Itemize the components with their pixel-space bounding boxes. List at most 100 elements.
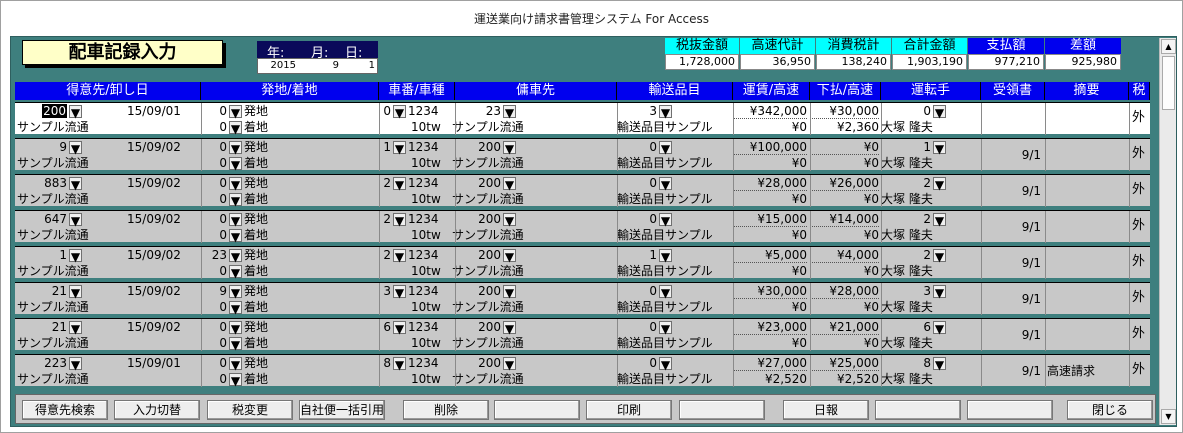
item-code[interactable]: 0 — [617, 284, 657, 298]
chevron-down-icon[interactable] — [393, 285, 406, 298]
car-code[interactable]: 2 — [361, 212, 391, 226]
chevron-down-icon[interactable] — [503, 141, 516, 154]
receipt-date[interactable]: 9/1 — [981, 328, 1041, 342]
vertical-scrollbar[interactable]: ▲ ▼ — [1159, 38, 1176, 425]
table-row[interactable]: 223 15/09/01 サンプル流通 0 発地 0 着地 8 1234 10tw 200 サンプル流… — [15, 354, 1150, 387]
blank-button-1[interactable] — [494, 400, 580, 420]
fare-amount[interactable]: ¥15,000 — [733, 212, 807, 227]
chevron-down-icon[interactable] — [933, 213, 946, 226]
blank-button-3[interactable] — [875, 400, 961, 420]
memo[interactable]: 高速請求 — [1047, 364, 1095, 378]
driver-code[interactable]: 2 — [885, 176, 931, 190]
chevron-down-icon[interactable] — [229, 105, 242, 118]
chevron-down-icon[interactable] — [229, 193, 242, 206]
to-code[interactable]: 0 — [201, 120, 227, 134]
customer-code[interactable]: 200 — [17, 104, 67, 118]
driver-code[interactable]: 8 — [885, 356, 931, 370]
driver-code[interactable]: 1 — [885, 140, 931, 154]
chevron-down-icon[interactable] — [69, 141, 82, 154]
year-field[interactable]: 2015 — [258, 60, 296, 71]
blank-button-4[interactable] — [967, 400, 1053, 420]
subcontractor-code[interactable]: 200 — [455, 248, 501, 262]
subcontractor-code[interactable]: 200 — [455, 320, 501, 334]
chevron-down-icon[interactable] — [659, 177, 672, 190]
car-code[interactable]: 1 — [361, 140, 391, 154]
item-code[interactable]: 0 — [617, 212, 657, 226]
tax-change-button[interactable]: 税変更 — [207, 400, 293, 420]
daily-report-button[interactable]: 日報 — [783, 400, 869, 420]
table-row[interactable]: 21 15/09/02 サンプル流通 9 発地 0 着地 3 1234 10tw 200 サンプル流通… — [15, 282, 1150, 315]
table-row[interactable]: 1 15/09/02 サンプル流通 23 発地 0 着地 2 1234 10tw 200 サンプル流通… — [15, 246, 1150, 279]
tax-type[interactable]: 外 — [1132, 291, 1145, 305]
chevron-down-icon[interactable] — [503, 285, 516, 298]
fare-highway[interactable]: ¥0 — [733, 228, 807, 242]
customer-code-value[interactable]: 21 — [52, 284, 67, 298]
fare-highway[interactable]: ¥0 — [733, 120, 807, 134]
fare-highway[interactable]: ¥0 — [733, 192, 807, 206]
receipt-date[interactable]: 9/1 — [981, 364, 1041, 378]
from-code[interactable]: 0 — [201, 140, 227, 154]
payout-highway[interactable]: ¥0 — [810, 156, 879, 170]
to-code[interactable]: 0 — [201, 372, 227, 386]
chevron-down-icon[interactable] — [933, 249, 946, 262]
car-code[interactable]: 0 — [361, 104, 391, 118]
chevron-down-icon[interactable] — [393, 105, 406, 118]
receipt-date[interactable]: 9/1 — [981, 220, 1041, 234]
fare-highway[interactable]: ¥0 — [733, 156, 807, 170]
driver-code[interactable]: 0 — [885, 104, 931, 118]
customer-code-value[interactable]: 200 — [42, 104, 67, 118]
car-code[interactable]: 3 — [361, 284, 391, 298]
fare-amount[interactable]: ¥30,000 — [733, 284, 807, 299]
chevron-down-icon[interactable] — [229, 249, 242, 262]
tax-type[interactable]: 外 — [1132, 363, 1145, 377]
payout-highway[interactable]: ¥0 — [810, 264, 879, 278]
chevron-down-icon[interactable] — [933, 321, 946, 334]
chevron-down-icon[interactable] — [229, 141, 242, 154]
chevron-down-icon[interactable] — [933, 177, 946, 190]
tax-type[interactable]: 外 — [1132, 183, 1145, 197]
chevron-down-icon[interactable] — [69, 285, 82, 298]
receipt-date[interactable]: 9/1 — [981, 256, 1041, 270]
chevron-down-icon[interactable] — [69, 105, 82, 118]
from-code[interactable]: 0 — [201, 104, 227, 118]
chevron-down-icon[interactable] — [659, 321, 672, 334]
customer-code-value[interactable]: 21 — [52, 320, 67, 334]
item-code[interactable]: 0 — [617, 176, 657, 190]
payout-highway[interactable]: ¥2,360 — [810, 120, 879, 134]
chevron-down-icon[interactable] — [659, 357, 672, 370]
customer-code[interactable]: 883 — [17, 176, 67, 190]
car-code[interactable]: 2 — [361, 176, 391, 190]
chevron-down-icon[interactable] — [229, 373, 242, 386]
chevron-down-icon[interactable] — [659, 105, 672, 118]
scroll-up-icon[interactable]: ▲ — [1161, 39, 1176, 54]
chevron-down-icon[interactable] — [229, 229, 242, 242]
subcontractor-code[interactable]: 200 — [455, 356, 501, 370]
customer-code[interactable]: 21 — [17, 320, 67, 334]
chevron-down-icon[interactable] — [69, 213, 82, 226]
chevron-down-icon[interactable] — [659, 249, 672, 262]
chevron-down-icon[interactable] — [503, 177, 516, 190]
chevron-down-icon[interactable] — [503, 249, 516, 262]
blank-button-2[interactable] — [679, 400, 765, 420]
customer-code[interactable]: 1 — [17, 248, 67, 262]
chevron-down-icon[interactable] — [229, 337, 242, 350]
chevron-down-icon[interactable] — [503, 213, 516, 226]
scroll-down-icon[interactable]: ▼ — [1161, 409, 1176, 424]
payout-highway[interactable]: ¥0 — [810, 192, 879, 206]
fare-highway[interactable]: ¥0 — [733, 336, 807, 350]
from-code[interactable]: 23 — [201, 248, 227, 262]
customer-code[interactable]: 21 — [17, 284, 67, 298]
item-code[interactable]: 0 — [617, 356, 657, 370]
from-code[interactable]: 0 — [201, 212, 227, 226]
payout-highway[interactable]: ¥0 — [810, 228, 879, 242]
payout-highway[interactable]: ¥2,520 — [810, 372, 879, 386]
fare-highway[interactable]: ¥0 — [733, 264, 807, 278]
customer-code-value[interactable]: 883 — [44, 176, 67, 190]
chevron-down-icon[interactable] — [393, 249, 406, 262]
chevron-down-icon[interactable] — [659, 213, 672, 226]
payout-amount[interactable]: ¥26,000 — [810, 176, 879, 191]
chevron-down-icon[interactable] — [229, 177, 242, 190]
chevron-down-icon[interactable] — [229, 357, 242, 370]
subcontractor-code[interactable]: 200 — [455, 176, 501, 190]
table-row[interactable]: 9 15/09/02 サンプル流通 0 発地 0 着地 1 1234 10tw 200 サンプル流通 0… — [15, 138, 1150, 171]
